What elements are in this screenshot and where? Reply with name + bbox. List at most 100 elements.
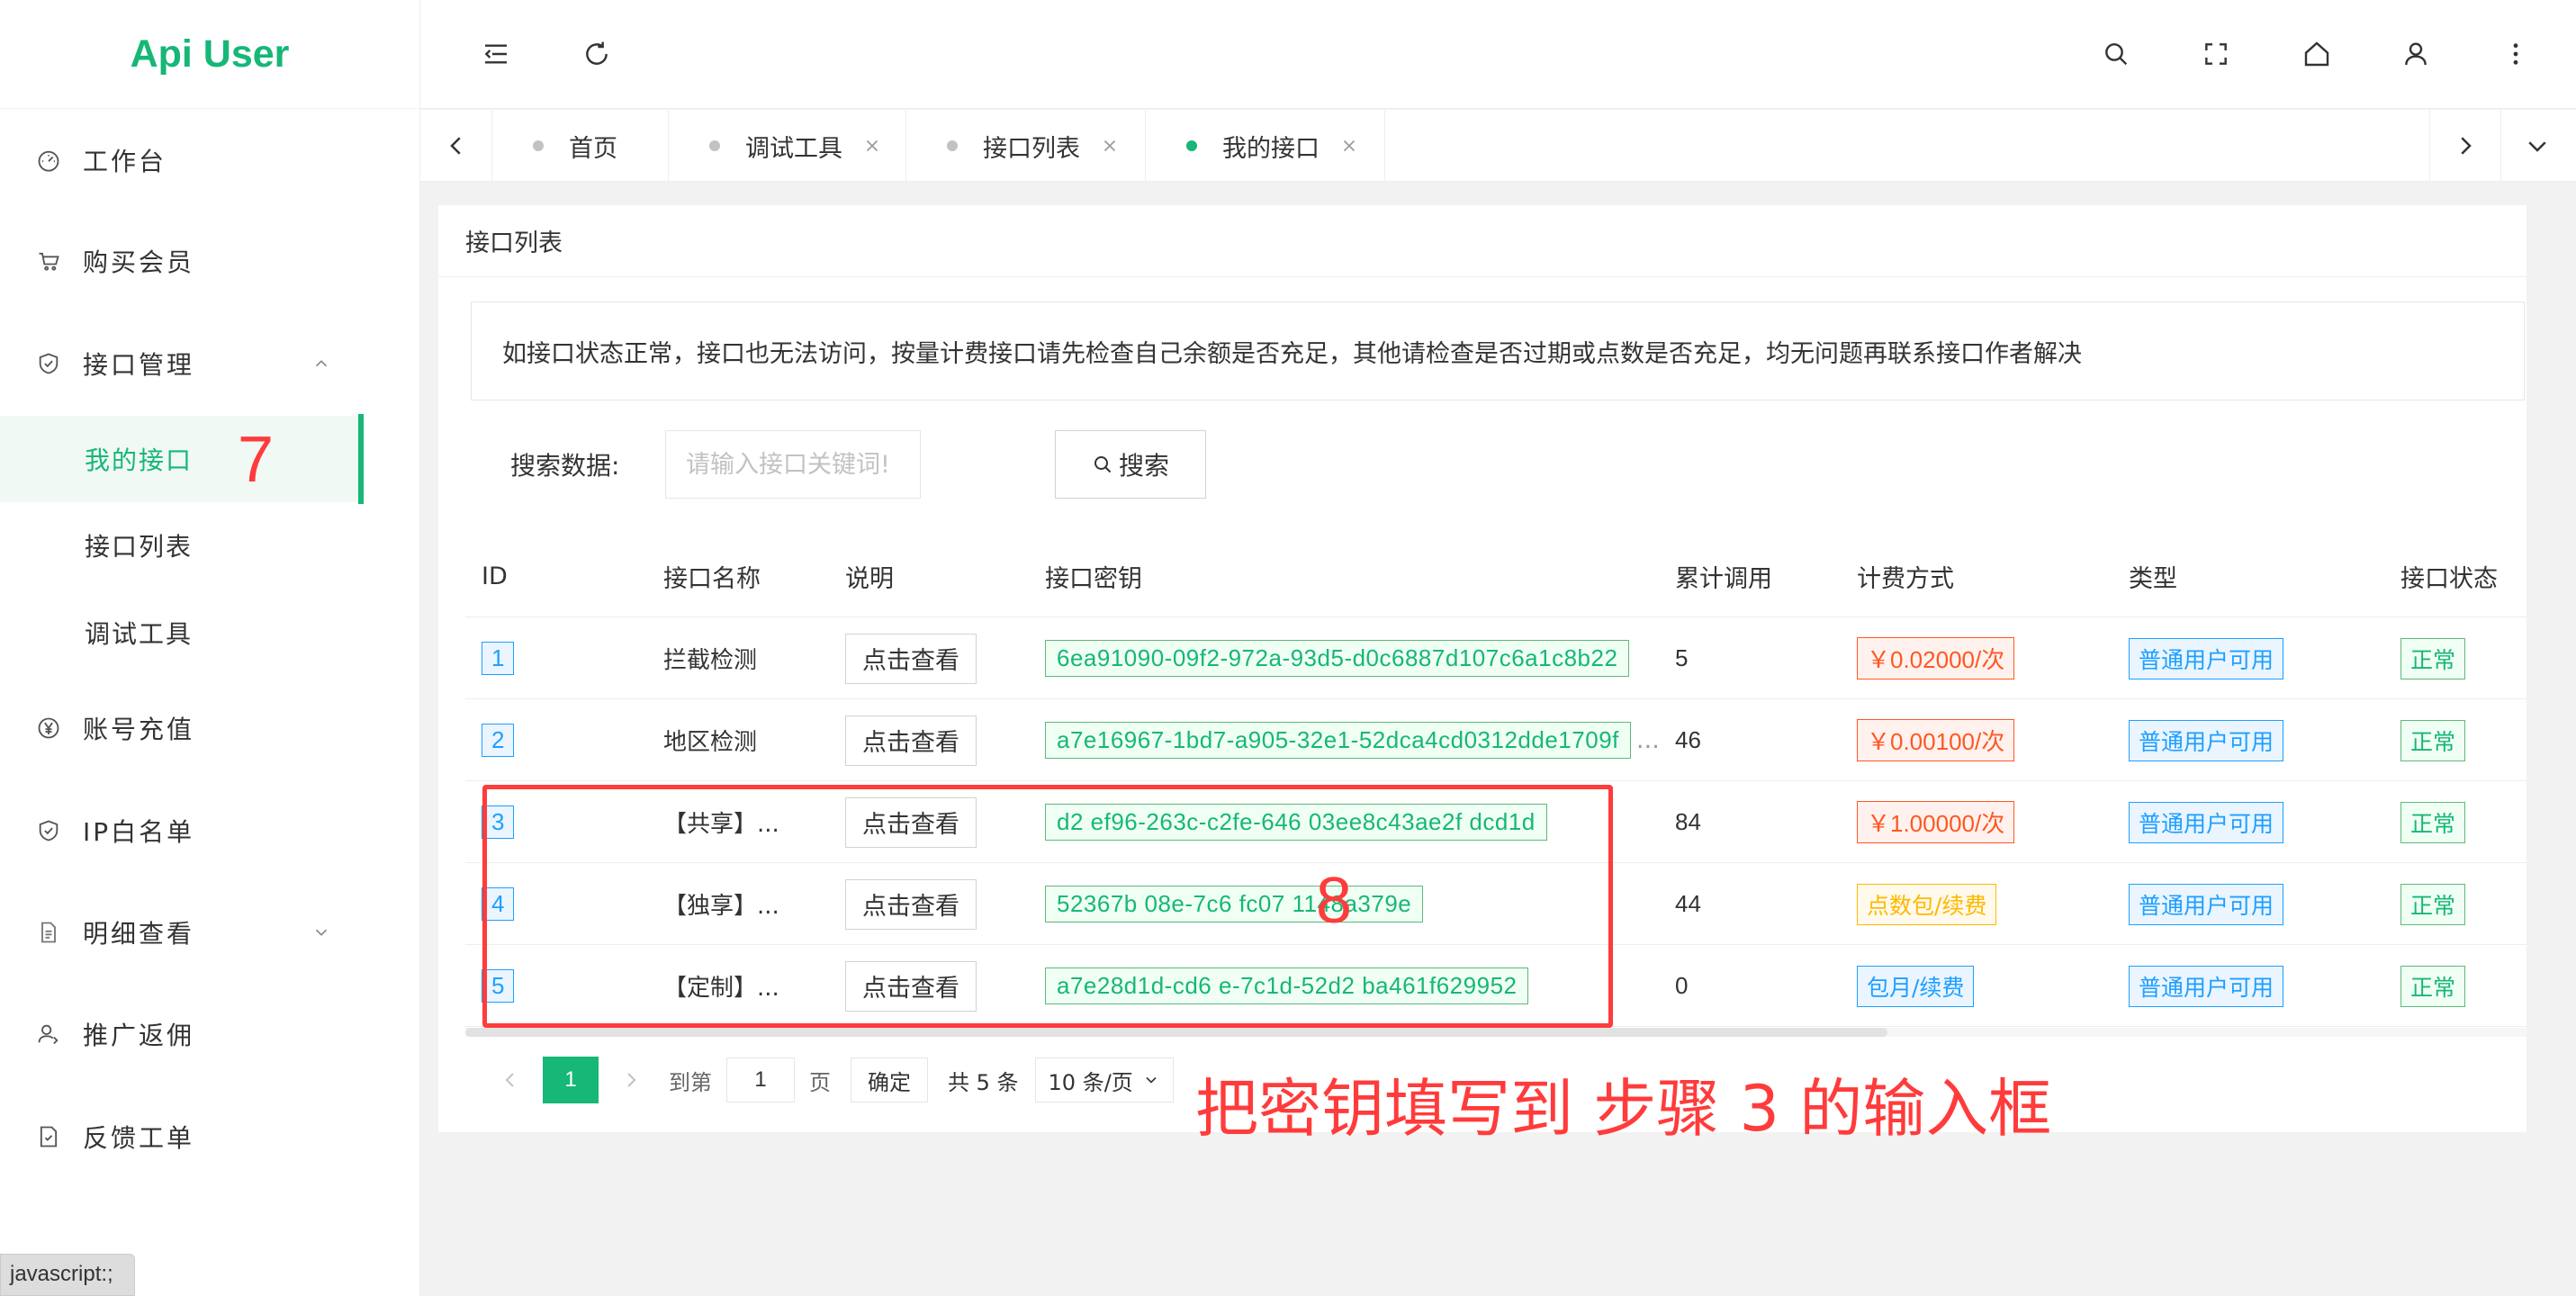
chevron-up-icon	[315, 360, 328, 367]
search-icon	[1094, 456, 1112, 473]
page-size-select[interactable]: 10 条/页	[1034, 1058, 1174, 1102]
sidebar-item-label: 购买会员	[83, 248, 195, 277]
column-header: 计费方式	[1857, 564, 1954, 593]
menu-collapse-icon[interactable]	[478, 36, 514, 72]
view-details-button[interactable]: 点击查看	[845, 633, 977, 684]
tab-my-apis[interactable]: 我的接口	[1146, 110, 1385, 182]
user-share-icon	[36, 1022, 61, 1047]
table-row: 3 【共享】... 点击查看 d2 ef96-263c-c2fe-646 03e…	[465, 781, 2526, 863]
annotation-step-7: 7	[238, 424, 275, 496]
user-icon[interactable]	[2398, 36, 2434, 72]
page-number[interactable]: 1	[543, 1057, 599, 1103]
sidebar-item-my-apis[interactable]: 我的接口	[0, 416, 364, 502]
type-badge: 普通用户可用	[2129, 965, 2284, 1007]
tab-dropdown-icon[interactable]	[2501, 110, 2573, 182]
column-header: 接口状态	[2400, 564, 2498, 593]
tab-api-list[interactable]: 接口列表	[906, 110, 1146, 182]
sidebar-item-debug-tool[interactable]: 调试工具	[0, 590, 420, 676]
annotation-instruction: 把密钥填写到 步骤 3 的输入框	[1195, 1072, 2052, 1146]
type-badge: 普通用户可用	[2129, 637, 2284, 680]
top-header	[420, 0, 2576, 109]
tab-dot	[947, 140, 958, 151]
search-input[interactable]	[665, 430, 921, 499]
tab-label: 我的接口	[1222, 134, 1320, 163]
type-badge: 普通用户可用	[2129, 801, 2284, 843]
call-count: 44	[1675, 890, 1701, 917]
sidebar-item-feedback[interactable]: 反馈工单	[0, 1094, 420, 1180]
tab-bar: 首页 调试工具 接口列表 我的接口	[420, 110, 2576, 182]
sidebar-item-details[interactable]: 明细查看	[0, 889, 420, 976]
status-badge: 正常	[2400, 965, 2466, 1007]
api-name: 【定制】...	[663, 975, 779, 1002]
api-key-badge[interactable]: d2 ef96-263c-c2fe-646 03ee8c43ae2f dcd1d	[1045, 804, 1547, 841]
search-button[interactable]: 搜索	[1055, 430, 1206, 499]
horizontal-scrollbar[interactable]	[465, 1028, 2526, 1037]
close-icon[interactable]	[1100, 136, 1120, 156]
call-count: 0	[1675, 972, 1689, 999]
tab-scroll-left-icon[interactable]	[420, 110, 492, 182]
more-vertical-icon[interactable]	[2498, 36, 2534, 72]
sidebar-item-recharge[interactable]: 账号充值	[0, 685, 420, 771]
status-badge: 正常	[2400, 719, 2466, 761]
fullscreen-icon[interactable]	[2198, 36, 2234, 72]
sidebar-item-api-list[interactable]: 接口列表	[0, 502, 420, 589]
view-details-button[interactable]: 点击查看	[845, 715, 977, 766]
sidebar-item-dashboard[interactable]: 工作台	[0, 117, 420, 203]
api-key-badge[interactable]: 6ea91090-09f2-972a-93d5-d0c6887d107c6a1c…	[1045, 640, 1630, 677]
sidebar-item-ip-whitelist[interactable]: IP白名单	[0, 788, 420, 874]
column-header: ID	[482, 562, 508, 590]
view-details-button[interactable]: 点击查看	[845, 878, 977, 930]
api-key-badge[interactable]: a7e16967-1bd7-a905-32e1-52dca4cd0312dde1…	[1045, 722, 1631, 759]
search-icon[interactable]	[2098, 36, 2134, 72]
document-icon	[36, 920, 61, 945]
card-title: 接口列表	[438, 205, 2526, 277]
close-icon[interactable]	[1339, 136, 1359, 156]
tab-dot	[709, 140, 720, 151]
status-badge: 正常	[2400, 637, 2466, 680]
sidebar-item-api-management[interactable]: 接口管理	[0, 320, 420, 407]
sidebar-item-referral[interactable]: 推广返佣	[0, 991, 420, 1077]
billing-badge: ￥0.00100/次	[1857, 719, 2015, 761]
app-title: Api User	[130, 32, 290, 76]
view-details-button[interactable]: 点击查看	[845, 960, 977, 1012]
sidebar-item-label: 调试工具	[85, 619, 194, 649]
api-key-badge[interactable]: 52367b 08e-7c6 fc07 1148a379e	[1045, 886, 1424, 922]
billing-badge: 点数包/续费	[1857, 883, 1997, 925]
logo[interactable]: Api User	[0, 0, 419, 109]
sidebar-item-buy-membership[interactable]: 购买会员	[0, 218, 420, 304]
goto-confirm-button[interactable]: 确定	[851, 1058, 928, 1102]
api-key-badge[interactable]: a7e28d1d-cd6 e-7c1d-52d2 ba461f629952	[1045, 968, 1529, 1004]
api-name: 地区检测	[663, 729, 758, 756]
tab-scroll-right-icon[interactable]	[2429, 110, 2501, 182]
annotation-step-8: 8	[1316, 865, 1353, 937]
sidebar-item-label: 明细查看	[83, 919, 195, 949]
call-count: 46	[1675, 726, 1701, 753]
sidebar-item-label: 接口管理	[83, 350, 195, 380]
tab-label: 接口列表	[983, 134, 1080, 163]
sidebar-item-label: 推广返佣	[83, 1021, 195, 1050]
shield-check-icon	[36, 818, 61, 843]
refresh-icon[interactable]	[579, 36, 615, 72]
view-details-button[interactable]: 点击查看	[845, 796, 977, 848]
id-badge: 5	[482, 969, 515, 1003]
tab-dot	[533, 140, 544, 151]
feedback-icon	[36, 1124, 61, 1149]
pagination: 1 到第 页 确定 共 5 条 10 条/页	[492, 1053, 1174, 1107]
scrollbar-thumb[interactable]	[465, 1028, 1887, 1037]
id-badge: 2	[482, 724, 515, 757]
next-page-icon[interactable]	[613, 1062, 649, 1098]
sidebar-item-label: IP白名单	[83, 817, 195, 847]
close-icon[interactable]	[862, 136, 882, 156]
home-icon[interactable]	[2299, 36, 2335, 72]
table-row: 4 【独享】... 点击查看 52367b 08e-7c6 fc07 1148a…	[465, 863, 2526, 945]
prev-page-icon[interactable]	[492, 1062, 528, 1098]
table-row: 1 拦截检测 点击查看 6ea91090-09f2-972a-93d5-d0c6…	[465, 617, 2526, 699]
tab-home[interactable]: 首页	[492, 110, 669, 182]
status-badge: 正常	[2400, 883, 2466, 925]
goto-page-input[interactable]	[726, 1058, 795, 1102]
overflow-ellipsis: …	[1636, 727, 1657, 754]
sidebar: Api User 工作台 购买会员 接口管理 我的接口 7 接口列表 调试工具 …	[0, 0, 420, 1296]
api-name: 拦截检测	[663, 647, 758, 674]
type-badge: 普通用户可用	[2129, 883, 2284, 925]
tab-debug-tool[interactable]: 调试工具	[669, 110, 906, 182]
